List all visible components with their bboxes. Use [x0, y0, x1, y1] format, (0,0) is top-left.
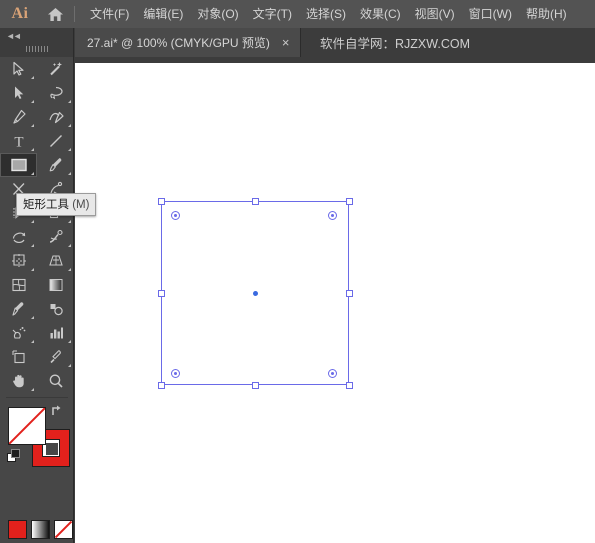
tooltip-shortcut: (M)	[72, 199, 90, 211]
flyout-triangle-icon	[31, 100, 34, 103]
gradient-tool[interactable]	[37, 273, 74, 297]
center-point	[252, 290, 258, 296]
flyout-triangle-icon	[31, 148, 34, 151]
close-icon[interactable]: ×	[282, 36, 290, 49]
corner-radius-widget-bottom-left[interactable]	[171, 369, 180, 378]
handle-bottom-right[interactable]	[345, 381, 353, 389]
flyout-triangle-icon	[68, 148, 71, 151]
handle-top-center[interactable]	[251, 197, 259, 205]
flyout-triangle-icon	[31, 76, 34, 79]
flyout-triangle-icon	[31, 172, 34, 175]
flyout-triangle-icon	[31, 220, 34, 223]
flyout-triangle-icon	[31, 316, 34, 319]
mesh-tool[interactable]	[0, 273, 37, 297]
menu-type[interactable]: 文字(T)	[246, 0, 299, 28]
flyout-triangle-icon	[68, 244, 71, 247]
slice-tool[interactable]	[37, 345, 74, 369]
lasso-tool[interactable]	[37, 81, 74, 105]
menu-select[interactable]: 选择(S)	[299, 0, 353, 28]
double-chevron-left-icon[interactable]: ◄◄	[6, 31, 22, 41]
rotate-tool[interactable]	[0, 225, 37, 249]
free-transform-tool[interactable]	[0, 249, 37, 273]
svg-text:T: T	[14, 135, 23, 150]
handle-middle-left[interactable]	[157, 289, 165, 297]
rectangle-tool[interactable]	[0, 153, 37, 177]
curvature-tool[interactable]	[37, 105, 74, 129]
color-mode-row	[8, 520, 73, 539]
direct-selection-tool[interactable]	[0, 81, 37, 105]
pen-tool[interactable]	[0, 105, 37, 129]
home-icon[interactable]	[40, 7, 70, 22]
menu-window[interactable]: 窗口(W)	[462, 0, 519, 28]
zoom-tool[interactable]	[37, 369, 74, 393]
menu-object[interactable]: 对象(O)	[190, 0, 245, 28]
menu-item-list: 文件(F) 编辑(E) 对象(O) 文字(T) 选择(S) 效果(C) 视图(V) 窗口(W)…	[83, 0, 574, 28]
flyout-triangle-icon	[31, 244, 34, 247]
handle-middle-right[interactable]	[345, 289, 353, 297]
canvas-area[interactable]	[75, 57, 595, 543]
hand-tool[interactable]	[0, 369, 37, 393]
magic-wand-tool[interactable]	[37, 57, 74, 81]
type-tool[interactable]: T	[0, 129, 37, 153]
document-tab[interactable]: 27.ai* @ 100% (CMYK/GPU 预览) ×	[75, 28, 301, 57]
corner-radius-widget-top-left[interactable]	[171, 211, 180, 220]
none-mode-button[interactable]	[54, 520, 73, 539]
flyout-triangle-icon	[68, 364, 71, 367]
perspective-grid-tool[interactable]	[37, 249, 74, 273]
paintbrush-tool[interactable]	[37, 153, 74, 177]
eyedropper-tool[interactable]	[0, 297, 37, 321]
gradient-mode-button[interactable]	[31, 520, 50, 539]
stroke-swatch-hole	[46, 443, 58, 455]
menu-bar: Ai 文件(F) 编辑(E) 对象(O) 文字(T) 选择(S) 效果(C) 视图(V) 窗口…	[0, 0, 595, 28]
tooltip-label: 矩形工具	[23, 199, 69, 211]
watermark-text: 软件自学网：RJZXW.COM	[320, 37, 470, 51]
app-logo: Ai	[11, 5, 29, 22]
flyout-triangle-icon	[31, 388, 34, 391]
artboard-tool[interactable]	[0, 345, 37, 369]
flyout-triangle-icon	[31, 268, 34, 271]
flyout-triangle-icon	[68, 220, 71, 223]
width-tool[interactable]	[37, 225, 74, 249]
corner-radius-widget-bottom-right[interactable]	[328, 369, 337, 378]
handle-top-right[interactable]	[345, 197, 353, 205]
menu-view[interactable]: 视图(V)	[408, 0, 462, 28]
tool-grid: T	[0, 57, 74, 393]
symbol-sprayer-tool[interactable]	[0, 321, 37, 345]
menu-edit[interactable]: 编辑(E)	[136, 0, 190, 28]
swap-fill-stroke-icon[interactable]	[50, 404, 64, 423]
flyout-triangle-icon	[68, 124, 71, 127]
document-tab-bar: ◄◄ 27.ai* @ 100% (CMYK/GPU 预览) × 软件自学网：R…	[0, 28, 595, 70]
flyout-triangle-icon	[68, 268, 71, 271]
menu-help[interactable]: 帮助(H)	[519, 0, 574, 28]
default-fill-stroke-icon[interactable]	[7, 449, 21, 468]
flyout-triangle-icon	[31, 124, 34, 127]
tools-panel: T 矩形工具 (M)	[0, 57, 97, 543]
flyout-triangle-icon	[68, 172, 71, 175]
toolbar-header: ◄◄	[0, 28, 74, 70]
toolbar-drag-handle[interactable]	[26, 46, 50, 70]
selection-tool[interactable]	[0, 57, 37, 81]
menu-effect[interactable]: 效果(C)	[353, 0, 408, 28]
color-mode-button[interactable]	[8, 520, 27, 539]
flyout-triangle-icon	[68, 340, 71, 343]
column-graph-tool[interactable]	[37, 321, 74, 345]
illustrator-window: Ai 文件(F) 编辑(E) 对象(O) 文字(T) 选择(S) 效果(C) 视图(V) 窗口…	[0, 0, 595, 543]
toolbar-divider	[6, 397, 68, 398]
tool-tooltip: 矩形工具 (M)	[16, 193, 97, 216]
shape-layer	[75, 63, 595, 543]
handle-top-left[interactable]	[157, 197, 165, 205]
menu-divider	[74, 6, 75, 22]
menu-file[interactable]: 文件(F)	[83, 0, 136, 28]
fill-swatch[interactable]	[8, 407, 46, 445]
handle-bottom-center[interactable]	[251, 381, 259, 389]
artboard[interactable]	[75, 63, 595, 543]
flyout-triangle-icon	[68, 100, 71, 103]
flyout-triangle-icon	[31, 340, 34, 343]
document-tab-title: 27.ai* @ 100% (CMYK/GPU 预览)	[87, 36, 270, 50]
blend-tool[interactable]	[37, 297, 74, 321]
corner-radius-widget-top-right[interactable]	[328, 211, 337, 220]
line-segment-tool[interactable]	[37, 129, 74, 153]
handle-bottom-left[interactable]	[157, 381, 165, 389]
